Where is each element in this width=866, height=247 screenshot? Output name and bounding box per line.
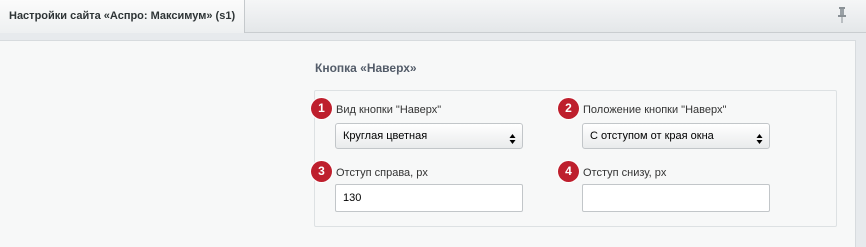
button-position-value: С отступом от края окна <box>590 130 714 142</box>
field-label-button-type: Вид кнопки "Наверх" <box>336 104 442 116</box>
section-title: Кнопка «Наверх» <box>315 61 417 75</box>
button-type-select[interactable]: Круглая цветная <box>335 123 523 149</box>
step-badge-3: 3 <box>311 161 332 182</box>
offset-bottom-input[interactable] <box>582 184 770 212</box>
pin-icon[interactable] <box>835 6 849 24</box>
step-badge-4: 4 <box>558 161 579 182</box>
button-position-select[interactable]: С отступом от края окна <box>582 123 770 149</box>
field-label-button-position: Положение кнопки "Наверх" <box>583 104 727 116</box>
offset-right-input[interactable]: 130 <box>335 184 523 212</box>
tab-title: Настройки сайта «Аспро: Максимум» (s1) <box>9 10 236 22</box>
select-arrows-icon <box>756 130 763 144</box>
field-label-offset-right: Отступ справа, px <box>336 167 428 179</box>
field-label-offset-bottom: Отступ снизу, px <box>583 167 667 179</box>
step-badge-1: 1 <box>311 98 332 119</box>
tab-site-settings[interactable]: Настройки сайта «Аспро: Максимум» (s1) <box>0 0 245 33</box>
tab-bar: Настройки сайта «Аспро: Максимум» (s1) <box>0 0 866 33</box>
button-type-value: Круглая цветная <box>343 130 428 142</box>
select-arrows-icon <box>509 130 516 144</box>
step-badge-2: 2 <box>558 98 579 119</box>
